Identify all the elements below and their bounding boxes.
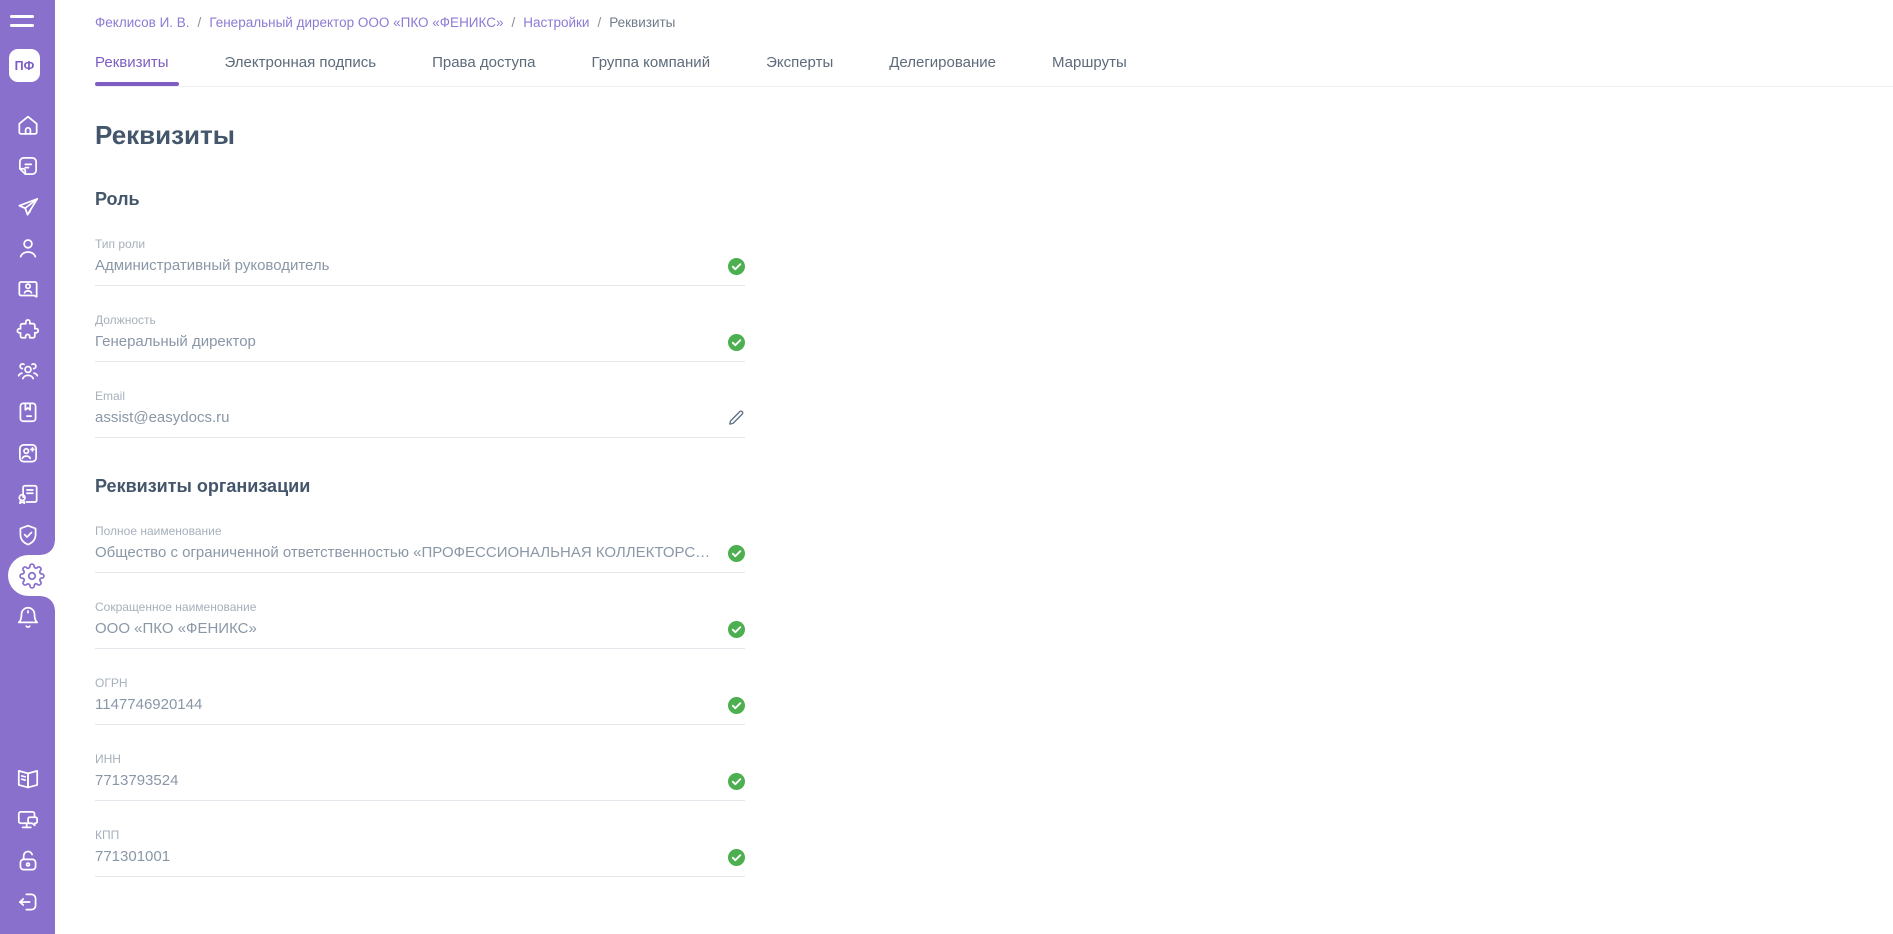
tab-company-group[interactable]: Группа компаний — [591, 54, 710, 86]
field-position[interactable]: Должность Генеральный директор — [95, 313, 745, 362]
tab-delegation[interactable]: Делегирование — [889, 54, 996, 86]
sidebar-item-send[interactable] — [0, 186, 55, 227]
field-value: Административный руководитель — [95, 257, 718, 275]
certificate-icon — [15, 481, 41, 507]
field-label: ИНН — [95, 752, 745, 766]
menu-icon — [10, 24, 34, 27]
page-title: Реквизиты — [95, 120, 1893, 151]
breadcrumb-user-link[interactable]: Феклисов И. В. — [95, 15, 190, 30]
breadcrumb-settings-link[interactable]: Настройки — [523, 15, 589, 30]
open-book-icon — [15, 766, 41, 792]
tab-electronic-signature[interactable]: Электронная подпись — [225, 54, 377, 86]
main-content: Феклисов И. В. / Генеральный директор ОО… — [55, 0, 1893, 934]
field-label: Должность — [95, 313, 745, 327]
sidebar-item-settings[interactable] — [8, 555, 55, 596]
sidebar-item-logout[interactable] — [0, 881, 55, 922]
tab-experts[interactable]: Эксперты — [766, 54, 833, 86]
breadcrumb: Феклисов И. В. / Генеральный директор ОО… — [95, 0, 1893, 30]
home-icon — [15, 112, 41, 138]
sidebar-item-support-chat[interactable] — [0, 799, 55, 840]
sidebar-bottom-nav — [0, 758, 55, 922]
field-kpp[interactable]: КПП 771301001 — [95, 828, 745, 877]
tab-rekvizity[interactable]: Реквизиты — [95, 54, 169, 86]
bell-icon — [15, 604, 41, 630]
sidebar-item-integrations[interactable] — [0, 309, 55, 350]
field-value: 1147746920144 — [95, 696, 718, 714]
valid-check-icon — [728, 773, 745, 790]
paper-plane-icon — [15, 194, 41, 220]
sidebar-item-add-user[interactable] — [0, 432, 55, 473]
field-label: Тип роли — [95, 237, 745, 251]
field-role-type[interactable]: Тип роли Административный руководитель — [95, 237, 745, 286]
breadcrumb-current: Реквизиты — [609, 15, 675, 30]
field-ogrn[interactable]: ОГРН 1147746920144 — [95, 676, 745, 725]
monitor-chat-icon — [15, 807, 41, 833]
tab-routes[interactable]: Маршруты — [1052, 54, 1127, 86]
field-value: Общество с ограниченной ответственностью… — [95, 544, 718, 562]
logout-icon — [15, 889, 41, 915]
field-label: Сокращенное наименование — [95, 600, 745, 614]
sidebar-item-home[interactable] — [0, 104, 55, 145]
field-full-name[interactable]: Полное наименование Общество с ограничен… — [95, 524, 745, 573]
tab-access-rights[interactable]: Права доступа — [432, 54, 535, 86]
valid-check-icon — [728, 258, 745, 275]
contact-badge-icon — [15, 276, 41, 302]
section-role-title: Роль — [95, 189, 1893, 210]
field-value: assist@easydocs.ru — [95, 409, 717, 427]
document-icon — [15, 153, 41, 179]
gear-icon — [19, 563, 45, 589]
field-email[interactable]: Email assist@easydocs.ru — [95, 389, 745, 438]
field-label: Полное наименование — [95, 524, 745, 538]
people-group-icon — [15, 358, 41, 384]
field-label: КПП — [95, 828, 745, 842]
user-add-icon — [15, 440, 41, 466]
breadcrumb-separator: / — [512, 15, 516, 30]
field-value: Генеральный директор — [95, 333, 718, 351]
sidebar-item-knowledge-base[interactable] — [0, 758, 55, 799]
sidebar-item-employee-card[interactable] — [0, 268, 55, 309]
sidebar-item-profile[interactable] — [0, 227, 55, 268]
valid-check-icon — [728, 621, 745, 638]
pencil-icon — [727, 409, 745, 427]
sidebar-item-archive-book[interactable] — [0, 391, 55, 432]
breadcrumb-separator: / — [198, 15, 202, 30]
valid-check-icon — [728, 849, 745, 866]
valid-check-icon — [728, 697, 745, 714]
breadcrumb-role-link[interactable]: Генеральный директор ООО «ПКО «ФЕНИКС» — [209, 15, 503, 30]
unlock-icon — [15, 848, 41, 874]
user-icon — [15, 235, 41, 261]
field-label: Email — [95, 389, 745, 403]
sidebar-item-people-group[interactable] — [0, 350, 55, 391]
user-initials-badge[interactable]: ПФ — [9, 49, 40, 82]
section-organization: Реквизиты организации Полное наименовани… — [95, 476, 1893, 877]
sidebar: ПФ — [0, 0, 55, 934]
field-short-name[interactable]: Сокращенное наименование ООО «ПКО «ФЕНИК… — [95, 600, 745, 649]
puzzle-icon — [15, 317, 41, 343]
sidebar-item-unlock[interactable] — [0, 840, 55, 881]
section-role: Роль Тип роли Административный руководит… — [95, 189, 1893, 438]
menu-icon — [10, 15, 34, 18]
field-label: ОГРН — [95, 676, 745, 690]
sidebar-nav — [0, 104, 55, 637]
sidebar-item-notifications[interactable] — [0, 596, 55, 637]
section-organization-title: Реквизиты организации — [95, 476, 1893, 497]
field-value: 7713793524 — [95, 772, 718, 790]
field-value: 771301001 — [95, 848, 718, 866]
edit-email-button[interactable] — [727, 409, 745, 427]
tab-bar: Реквизиты Электронная подпись Права дост… — [95, 54, 1893, 87]
menu-toggle-button[interactable] — [10, 15, 34, 33]
sidebar-item-certificates[interactable] — [0, 473, 55, 514]
field-value: ООО «ПКО «ФЕНИКС» — [95, 620, 718, 638]
valid-check-icon — [728, 545, 745, 562]
field-inn[interactable]: ИНН 7713793524 — [95, 752, 745, 801]
book-bookmark-icon — [15, 399, 41, 425]
valid-check-icon — [728, 334, 745, 351]
sidebar-item-documents[interactable] — [0, 145, 55, 186]
breadcrumb-separator: / — [597, 15, 601, 30]
shield-check-icon — [15, 522, 41, 548]
